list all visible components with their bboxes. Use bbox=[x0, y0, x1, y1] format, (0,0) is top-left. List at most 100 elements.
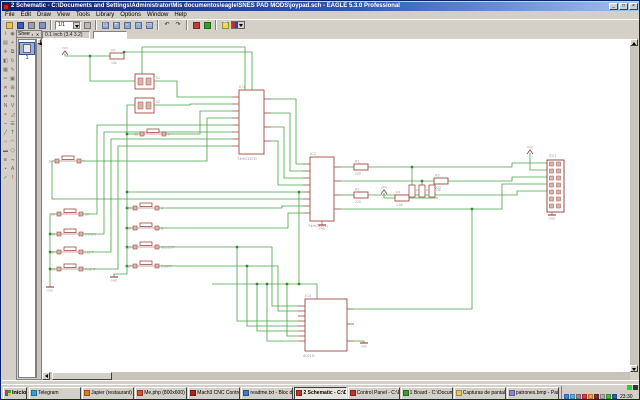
ic-IC1[interactable]: IC174HC157D bbox=[232, 84, 271, 161]
net-wire[interactable] bbox=[154, 81, 232, 97]
command-input[interactable] bbox=[93, 31, 127, 39]
info-icon[interactable]: i bbox=[2, 30, 9, 39]
taskbar-button[interactable]: Me.php (800x600) - Go... bbox=[135, 387, 187, 400]
net-wire[interactable] bbox=[79, 118, 232, 161]
vcc-symbol[interactable]: VCC bbox=[62, 46, 69, 55]
menu-help[interactable]: Help bbox=[171, 11, 189, 19]
bus-icon[interactable]: ≡ bbox=[2, 156, 9, 165]
net-wire[interactable] bbox=[257, 284, 298, 331]
errors-icon[interactable]: ! bbox=[9, 174, 16, 183]
net-wire[interactable] bbox=[164, 111, 232, 134]
schematic-drawing[interactable]: IC174HC157DIC274HC157DIC34021DSV1S3XS4YS… bbox=[42, 39, 630, 372]
net-wire[interactable] bbox=[287, 284, 298, 336]
rotate-icon[interactable]: ↻ bbox=[9, 57, 16, 66]
stop-icon[interactable] bbox=[191, 20, 201, 30]
value-icon[interactable]: V bbox=[9, 102, 16, 111]
button-S9[interactable]: S9A bbox=[127, 203, 164, 211]
export-icon[interactable] bbox=[37, 20, 47, 30]
button-S6[interactable]: S6DOWN bbox=[51, 229, 97, 237]
invoke-icon[interactable]: ☰ bbox=[9, 120, 16, 129]
taskbar-button[interactable]: 2 Schematic - C:\Doc... bbox=[294, 387, 346, 400]
net-wire[interactable] bbox=[271, 127, 303, 178]
mark-icon[interactable]: + bbox=[9, 39, 16, 48]
net-wire[interactable] bbox=[341, 184, 547, 209]
net-wire[interactable] bbox=[212, 284, 317, 299]
sheets-scrollbar[interactable] bbox=[36, 39, 41, 378]
zoom-fit-icon[interactable]: □ bbox=[100, 20, 110, 30]
print-icon[interactable] bbox=[26, 20, 36, 30]
button-S7[interactable]: S7LEFT bbox=[51, 247, 95, 255]
pinswap-icon[interactable]: ⇄ bbox=[2, 93, 9, 102]
net-wire[interactable] bbox=[157, 206, 303, 208]
net-wire[interactable] bbox=[52, 161, 303, 199]
scroll-up-arrow[interactable] bbox=[37, 39, 41, 44]
zoom-redraw-icon[interactable]: ○ bbox=[133, 20, 143, 30]
minimize-button[interactable]: _ bbox=[609, 3, 618, 10]
close-icon[interactable]: ✕ bbox=[35, 32, 40, 37]
net-wire[interactable] bbox=[142, 47, 245, 90]
net-wire[interactable] bbox=[157, 247, 298, 306]
menu-options[interactable]: Options bbox=[117, 11, 144, 19]
net-wire[interactable] bbox=[384, 193, 395, 198]
menu-library[interactable]: Library bbox=[93, 11, 117, 19]
paste-icon[interactable]: ▣ bbox=[9, 75, 16, 84]
undo-icon[interactable]: ↶ bbox=[162, 20, 172, 30]
net-wire[interactable] bbox=[157, 213, 303, 228]
menu-window[interactable]: Window bbox=[144, 11, 171, 19]
change-icon[interactable]: ✎ bbox=[9, 66, 16, 75]
tray-icon-5[interactable] bbox=[588, 394, 593, 399]
taskbar-button[interactable]: 1 Board - C:\Documents ... bbox=[401, 387, 453, 400]
button-S11[interactable]: S11SELECT bbox=[125, 242, 175, 250]
grid-icon[interactable] bbox=[82, 20, 92, 30]
show-icon[interactable]: ◉ bbox=[9, 30, 16, 39]
taskbar-button[interactable]: Telegram bbox=[29, 387, 81, 400]
tray-icon-7[interactable] bbox=[600, 394, 605, 399]
resistor-R1[interactable]: R1220 bbox=[354, 160, 368, 177]
taskbar-button[interactable]: Mach3 CNC Controller bbox=[188, 387, 240, 400]
button-S3[interactable]: S3X bbox=[134, 129, 171, 137]
menu-view[interactable]: View bbox=[54, 11, 73, 19]
text-icon[interactable]: T bbox=[9, 129, 16, 138]
resistor-R2[interactable]: R2220 bbox=[354, 188, 368, 205]
gnd-symbol[interactable]: GND bbox=[360, 343, 368, 349]
close-button[interactable]: × bbox=[629, 3, 638, 10]
ic-IC2[interactable]: IC274HC157D bbox=[303, 151, 341, 228]
button-S5[interactable]: S5UP bbox=[51, 209, 91, 217]
zoom-select-icon[interactable]: ▭ bbox=[144, 20, 154, 30]
menu-file[interactable]: File bbox=[2, 11, 18, 19]
move-icon[interactable]: ✛ bbox=[2, 48, 9, 57]
menu-draw[interactable]: Draw bbox=[34, 11, 54, 19]
gnd-symbol[interactable]: GND bbox=[318, 225, 326, 231]
save-icon[interactable] bbox=[15, 20, 25, 30]
layer-swatch-dropdown[interactable] bbox=[231, 21, 245, 29]
net-wire[interactable] bbox=[354, 209, 472, 309]
gnd-symbol[interactable]: GND bbox=[110, 277, 118, 283]
net-wire[interactable] bbox=[90, 56, 135, 81]
redo-icon[interactable]: ↷ bbox=[173, 20, 183, 30]
small-tray-icon[interactable] bbox=[633, 385, 638, 390]
net-wire[interactable] bbox=[154, 104, 232, 105]
add-icon[interactable]: ⊞ bbox=[9, 84, 16, 93]
cut-icon[interactable]: ✂ bbox=[2, 75, 9, 84]
pad-S1[interactable]: S1 bbox=[135, 74, 160, 89]
scroll-down-arrow[interactable] bbox=[630, 365, 638, 372]
scroll-left-arrow[interactable] bbox=[42, 372, 50, 380]
tray-icon-8[interactable] bbox=[606, 394, 611, 399]
horizontal-scrollbar[interactable] bbox=[42, 372, 630, 380]
net-wire[interactable] bbox=[530, 153, 547, 170]
vcc-symbol[interactable]: VCC bbox=[381, 185, 388, 194]
gnd-symbol[interactable]: GND bbox=[548, 215, 556, 221]
net-wire[interactable] bbox=[271, 99, 303, 164]
mirror-icon[interactable]: ◧ bbox=[2, 57, 9, 66]
wire-icon[interactable]: ╱ bbox=[2, 129, 9, 138]
miter-icon[interactable]: ◿ bbox=[9, 111, 16, 120]
net-wire[interactable] bbox=[368, 191, 547, 195]
taskbar-button[interactable]: patrones.bmp - Paint bbox=[507, 387, 559, 400]
start-button[interactable]: Inicio bbox=[3, 387, 27, 400]
connector-SV1[interactable]: SV1 bbox=[547, 153, 564, 212]
pad-S2[interactable]: S2 bbox=[135, 98, 160, 113]
button-S8[interactable]: S8RIGHT bbox=[51, 264, 97, 272]
maximize-button[interactable]: □ bbox=[619, 3, 628, 10]
tray-icon-3[interactable] bbox=[576, 394, 581, 399]
ic-IC3[interactable]: IC34021D bbox=[298, 293, 354, 358]
